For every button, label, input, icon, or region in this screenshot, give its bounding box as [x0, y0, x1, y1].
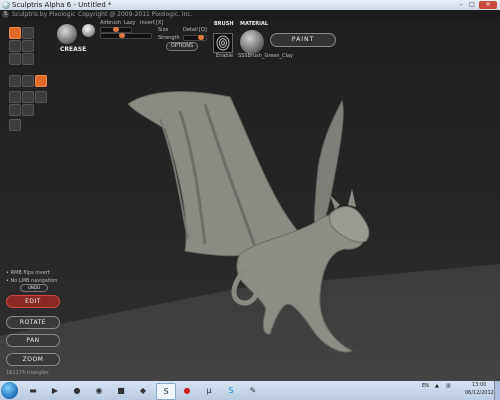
- lazy-label[interactable]: Lazy: [124, 20, 135, 26]
- brush-name: CREASE: [60, 46, 87, 53]
- firefox-icon[interactable]: ●: [68, 383, 86, 398]
- clock-time[interactable]: 13:00: [472, 382, 486, 388]
- folder-icon[interactable]: ▬: [24, 383, 42, 398]
- fingerprint-icon: [216, 35, 230, 51]
- close-button[interactable]: ✕: [479, 1, 497, 9]
- show-desktop-button[interactable]: [494, 381, 500, 400]
- material-preview-sphere[interactable]: [240, 30, 264, 54]
- maximize-button[interactable]: □: [467, 1, 477, 9]
- mask-tool-button[interactable]: [9, 75, 21, 87]
- dragon-model[interactable]: [0, 19, 500, 381]
- copyright-text: Copyright @ 2009-2011 Pixologic, Inc.: [78, 11, 193, 18]
- size-slider[interactable]: [100, 33, 152, 39]
- tray-up-arrow-icon[interactable]: ▲: [435, 383, 439, 389]
- skype-icon[interactable]: S: [222, 383, 240, 398]
- minimize-button[interactable]: –: [456, 1, 466, 9]
- strength-slider-knob[interactable]: [198, 35, 204, 40]
- lazy-slider-knob[interactable]: [113, 27, 119, 32]
- network-icon[interactable]: ▥: [446, 383, 451, 389]
- strength-slider[interactable]: [183, 35, 207, 41]
- dragon-wing-left: [127, 91, 301, 257]
- start-button[interactable]: [1, 382, 18, 399]
- sculpt-viewport[interactable]: CREASE Airbrush Lazy Invert [X] Size Det…: [0, 19, 500, 381]
- material-name: SSSBrush_Green_Clay: [238, 53, 293, 59]
- sculptris-icon[interactable]: S: [156, 383, 176, 400]
- dragon-age-icon[interactable]: ■: [112, 383, 130, 398]
- draw-tool-button[interactable]: [9, 27, 21, 39]
- pinch-tool-button[interactable]: [22, 40, 34, 52]
- symmetry-tool-button[interactable]: [9, 104, 21, 116]
- detail-key-hint: [Q]: [199, 27, 207, 33]
- sculptris-app-icon: [2, 1, 10, 9]
- size-label: Size: [158, 27, 169, 33]
- scale-tool-button[interactable]: [22, 91, 34, 103]
- media-player-icon[interactable]: ▶: [46, 383, 64, 398]
- crease-tool-button[interactable]: [35, 75, 47, 87]
- paint-icon[interactable]: ✎: [244, 383, 262, 398]
- window-title: Sculptris Alpha 6 - Untitled *: [12, 1, 112, 9]
- rotate-button[interactable]: ROTATE: [6, 316, 60, 329]
- window-titlebar: Sculptris Alpha 6 - Untitled * – □ ✕: [0, 0, 500, 10]
- triangle-count: 161174 triangles: [6, 370, 49, 376]
- edit-button[interactable]: EDIT: [6, 295, 60, 308]
- record-icon[interactable]: ●: [178, 383, 196, 398]
- pan-button[interactable]: PAN: [6, 334, 60, 347]
- reduce-tool-button[interactable]: [22, 75, 34, 87]
- secondary-brush-sphere[interactable]: [82, 24, 95, 37]
- undo-button[interactable]: UNDO: [20, 284, 48, 292]
- detail-label: Detail: [183, 27, 198, 33]
- hint-rmb-invert: • RMB flips invert: [6, 270, 50, 276]
- torrent-icon[interactable]: µ: [200, 383, 218, 398]
- smooth-tool-button[interactable]: [22, 53, 34, 65]
- language-indicator[interactable]: EN: [422, 383, 429, 389]
- invert-label[interactable]: Invert: [140, 20, 155, 26]
- settings-tool-button[interactable]: [9, 119, 21, 131]
- material-header: MATERIAL: [240, 21, 269, 27]
- paint-button[interactable]: PAINT: [270, 33, 336, 47]
- brush-alpha-thumbnail[interactable]: [213, 33, 233, 53]
- steam-icon[interactable]: ◉: [90, 383, 108, 398]
- grab-tool-button[interactable]: [9, 53, 21, 65]
- game-icon[interactable]: ◆: [134, 383, 152, 398]
- inflate-tool-button[interactable]: [9, 40, 21, 52]
- flatten-tool-button[interactable]: [22, 27, 34, 39]
- app-header: S Sculptris by Pixologic Copyright @ 200…: [0, 10, 500, 19]
- app-name: Sculptris by Pixologic: [12, 11, 76, 18]
- invert-key-hint: [X]: [156, 20, 164, 26]
- windows-taskbar: ▬ ▶ ● ◉ ■ ◆ S ● µ S ✎ EN ▲ ▥ 13:00 06/12…: [0, 381, 500, 400]
- wireframe-tool-button[interactable]: [22, 104, 34, 116]
- clock-date[interactable]: 06/12/2012: [465, 390, 494, 396]
- brush-header: BRUSH: [214, 21, 234, 27]
- sculptris-logo-icon: S: [2, 11, 9, 18]
- rotate-tool-button[interactable]: [9, 91, 21, 103]
- size-slider-knob[interactable]: [119, 33, 125, 38]
- brush-preview-sphere[interactable]: [57, 24, 77, 44]
- strength-label: Strength: [158, 35, 180, 41]
- zoom-button[interactable]: ZOOM: [6, 353, 60, 366]
- airbrush-label[interactable]: Airbrush: [100, 20, 121, 26]
- options-button[interactable]: OPTIONS: [166, 42, 198, 51]
- move-tool-button[interactable]: [35, 91, 47, 103]
- brush-enable-label[interactable]: Enable: [216, 53, 233, 59]
